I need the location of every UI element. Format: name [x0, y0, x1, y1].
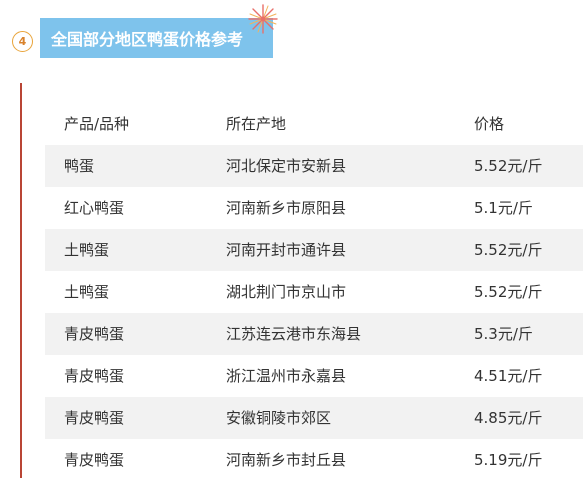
cell-origin: 浙江温州市永嘉县: [226, 367, 347, 385]
cell-price: 4.51元/斤: [474, 367, 543, 385]
section-title-banner: 全国部分地区鸭蛋价格参考: [40, 18, 273, 58]
cell-price: 5.19元/斤: [474, 451, 543, 469]
header-product: 产品/品种: [64, 115, 130, 133]
cell-origin: 河南开封市通许县: [226, 241, 347, 259]
table-row: 土鸭蛋 湖北荆门市京山市 5.52元/斤: [45, 271, 583, 313]
firework-icon: [248, 4, 278, 34]
cell-price: 5.3元/斤: [474, 325, 533, 343]
cell-origin: 河北保定市安新县: [226, 157, 347, 175]
cell-price: 4.85元/斤: [474, 409, 543, 427]
table-row: 青皮鸭蛋 河南新乡市封丘县 5.19元/斤: [45, 439, 583, 481]
table-row: 鸭蛋 河北保定市安新县 5.52元/斤: [45, 145, 583, 187]
cell-origin: 湖北荆门市京山市: [226, 283, 347, 301]
table-header-row: 产品/品种 所在产地 价格: [45, 103, 583, 145]
cell-price: 5.1元/斤: [474, 199, 533, 217]
cell-price: 5.52元/斤: [474, 157, 543, 175]
decorative-side-line: [20, 83, 22, 478]
table-row: 土鸭蛋 河南开封市通许县 5.52元/斤: [45, 229, 583, 271]
cell-product: 青皮鸭蛋: [64, 367, 125, 385]
header-price: 价格: [474, 115, 505, 133]
table-row: 青皮鸭蛋 浙江温州市永嘉县 4.51元/斤: [45, 355, 583, 397]
table-row: 红心鸭蛋 河南新乡市原阳县 5.1元/斤: [45, 187, 583, 229]
header-origin: 所在产地: [226, 115, 287, 133]
cell-product: 青皮鸭蛋: [64, 409, 125, 427]
cell-product: 土鸭蛋: [64, 241, 110, 259]
cell-origin: 安徽铜陵市郊区: [226, 409, 332, 427]
cell-origin: 河南新乡市原阳县: [226, 199, 347, 217]
cell-product: 红心鸭蛋: [64, 199, 125, 217]
cell-product: 土鸭蛋: [64, 283, 110, 301]
section-title: 全国部分地区鸭蛋价格参考: [51, 30, 244, 49]
cell-price: 5.52元/斤: [474, 241, 543, 259]
cell-product: 青皮鸭蛋: [64, 325, 125, 343]
table-row: 青皮鸭蛋 江苏连云港市东海县 5.3元/斤: [45, 313, 583, 355]
cell-origin: 江苏连云港市东海县: [226, 325, 362, 343]
cell-product: 鸭蛋: [64, 157, 95, 175]
price-table: 产品/品种 所在产地 价格 鸭蛋 河北保定市安新县 5.52元/斤 红心鸭蛋 河…: [45, 103, 583, 481]
cell-product: 青皮鸭蛋: [64, 451, 125, 469]
cell-price: 5.52元/斤: [474, 283, 543, 301]
cell-origin: 河南新乡市封丘县: [226, 451, 347, 469]
table-row: 青皮鸭蛋 安徽铜陵市郊区 4.85元/斤: [45, 397, 583, 439]
section-number-badge: 4: [12, 31, 33, 52]
